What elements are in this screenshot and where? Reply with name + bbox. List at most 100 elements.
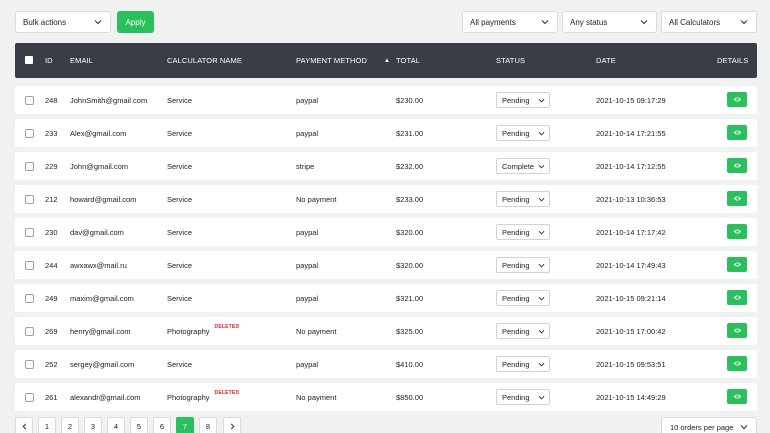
table-row: 244 awxawx@mail.ru Service paypal $320.00 Pen… xyxy=(15,251,757,279)
order-date: 2021-10-14 17:12:55 xyxy=(596,161,666,171)
status-select[interactable]: Pending xyxy=(496,125,550,141)
order-total: $231.00 xyxy=(396,128,424,138)
view-details-button[interactable] xyxy=(727,158,747,173)
eye-icon xyxy=(733,262,741,267)
status-value: Pending xyxy=(502,227,530,237)
status-value: Pending xyxy=(502,128,530,138)
orders-per-page-select[interactable]: 10 orders per page xyxy=(661,417,757,433)
order-id: 248 xyxy=(45,95,58,105)
payment-method: paypal xyxy=(296,128,319,138)
status-value: Pending xyxy=(502,194,530,204)
status-value: Pending xyxy=(502,293,530,303)
calculator-name: Service xyxy=(167,194,193,204)
order-total: $410.00 xyxy=(396,359,424,369)
payment-method: paypal xyxy=(296,227,319,237)
status-select[interactable]: Pending xyxy=(496,92,550,108)
view-details-button[interactable] xyxy=(727,125,747,140)
view-details-button[interactable] xyxy=(727,389,747,404)
page-button-2[interactable]: 2 xyxy=(61,417,79,433)
deleted-badge: DELETED xyxy=(214,390,240,396)
header-calculator[interactable]: CALCULATOR NAME xyxy=(167,43,242,78)
order-total: $233.00 xyxy=(396,194,424,204)
order-total: $321.00 xyxy=(396,293,424,303)
order-email: henry@gmail.com xyxy=(70,326,131,336)
calculators-filter-label: All Calculators xyxy=(669,17,721,27)
row-checkbox[interactable] xyxy=(25,261,34,270)
view-details-button[interactable] xyxy=(727,92,747,107)
payments-filter-label: All payments xyxy=(470,17,516,27)
order-id: 212 xyxy=(45,194,58,204)
chevron-down-icon xyxy=(538,329,545,334)
chevron-down-icon xyxy=(538,296,545,301)
calculator-name: Photography xyxy=(167,326,210,336)
header-status[interactable]: STATUS xyxy=(496,43,525,78)
header-id[interactable]: ID xyxy=(45,43,53,78)
eye-icon xyxy=(733,130,741,135)
row-checkbox[interactable] xyxy=(25,393,34,402)
order-email: John@gmail.com xyxy=(70,161,129,171)
status-select[interactable]: Pending xyxy=(496,356,550,372)
view-details-button[interactable] xyxy=(727,323,747,338)
chevron-down-icon xyxy=(94,20,102,25)
row-checkbox[interactable] xyxy=(25,96,34,105)
page-button-1[interactable]: 1 xyxy=(38,417,56,433)
chevron-down-icon xyxy=(538,164,545,169)
payments-filter[interactable]: All payments xyxy=(462,11,558,33)
chevron-down-icon xyxy=(538,98,545,103)
calculators-filter[interactable]: All Calculators xyxy=(661,11,757,33)
apply-button[interactable]: Apply xyxy=(117,11,154,33)
page-button-3[interactable]: 3 xyxy=(84,417,102,433)
status-select[interactable]: Pending xyxy=(496,224,550,240)
chevron-down-icon xyxy=(538,362,545,367)
table-row: 230 dav@gmail.com Service paypal $320.00 Pend… xyxy=(15,218,757,246)
page-button-6[interactable]: 6 xyxy=(153,417,171,433)
page-button-7[interactable]: 7 xyxy=(176,417,194,433)
calculator-name: Service xyxy=(167,128,193,138)
status-select[interactable]: Pending xyxy=(496,257,550,273)
header-total[interactable]: TOTAL xyxy=(396,43,420,78)
order-total: $850.00 xyxy=(396,392,424,402)
view-details-button[interactable] xyxy=(727,224,747,239)
calculator-name: Service xyxy=(167,293,193,303)
deleted-badge: DELETED xyxy=(214,324,240,330)
row-checkbox[interactable] xyxy=(25,360,34,369)
status-filter[interactable]: Any status xyxy=(562,11,657,33)
order-email: awxawx@mail.ru xyxy=(70,260,127,270)
eye-icon xyxy=(733,328,741,333)
page-button-4[interactable]: 4 xyxy=(107,417,125,433)
view-details-button[interactable] xyxy=(727,356,747,371)
row-checkbox[interactable] xyxy=(25,294,34,303)
status-select[interactable]: Pending xyxy=(496,323,550,339)
bulk-actions-select[interactable]: Bulk actions xyxy=(15,11,111,33)
status-filter-label: Any status xyxy=(570,17,608,27)
status-select[interactable]: Pending xyxy=(496,191,550,207)
view-details-button[interactable] xyxy=(727,290,747,305)
row-checkbox[interactable] xyxy=(25,195,34,204)
order-date: 2021-10-15 17:00:42 xyxy=(596,326,666,336)
status-select[interactable]: Pending xyxy=(496,389,550,405)
row-checkbox[interactable] xyxy=(25,327,34,336)
header-date[interactable]: DATE xyxy=(596,43,616,78)
header-email[interactable]: EMAIL xyxy=(70,43,93,78)
chevron-down-icon xyxy=(538,197,545,202)
select-all-checkbox[interactable] xyxy=(25,56,33,64)
table-row: 248 JohnSmith@gmail.com Service paypal $230.… xyxy=(15,86,757,114)
status-value: Pending xyxy=(502,326,530,336)
status-select[interactable]: Pending xyxy=(496,290,550,306)
next-page-button[interactable] xyxy=(223,417,241,433)
eye-icon xyxy=(733,361,741,366)
row-checkbox[interactable] xyxy=(25,162,34,171)
page-button-8[interactable]: 8 xyxy=(199,417,217,433)
order-email: maxim@gmail.com xyxy=(70,293,134,303)
header-payment[interactable]: PAYMENT METHOD xyxy=(296,43,367,78)
status-select[interactable]: Complete xyxy=(496,158,550,174)
view-details-button[interactable] xyxy=(727,257,747,272)
eye-icon xyxy=(733,229,741,234)
order-email: alexandr@gmail.com xyxy=(70,392,141,402)
row-checkbox[interactable] xyxy=(25,129,34,138)
payment-method: stripe xyxy=(296,161,315,171)
page-button-5[interactable]: 5 xyxy=(130,417,148,433)
prev-page-button[interactable] xyxy=(15,417,33,433)
row-checkbox[interactable] xyxy=(25,228,34,237)
view-details-button[interactable] xyxy=(727,191,747,206)
